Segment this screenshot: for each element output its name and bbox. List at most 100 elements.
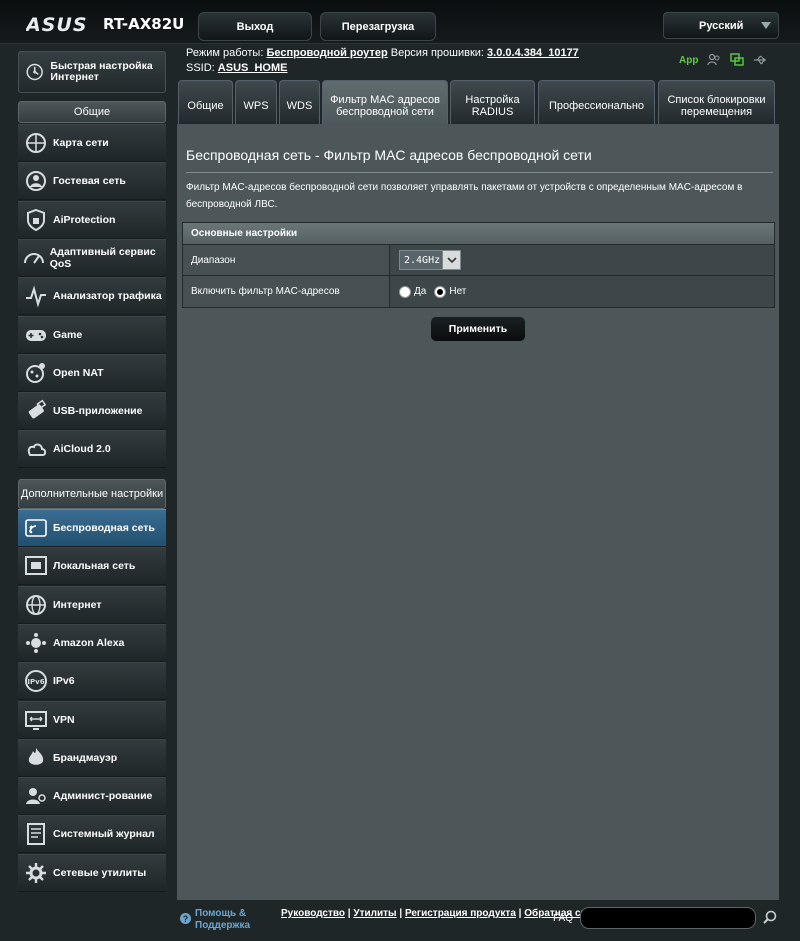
help-icon: ? — [180, 913, 191, 924]
tab-wds[interactable]: WDS — [279, 80, 320, 124]
faq-label: FAQ — [553, 913, 574, 924]
reboot-button[interactable]: Перезагрузка — [320, 12, 436, 41]
utility-link[interactable]: Утилиты — [353, 908, 396, 919]
ssid-value-link[interactable]: ASUS_HOME — [218, 62, 288, 74]
sidebar-item-wireless[interactable]: Беспроводная сеть — [18, 509, 166, 547]
network-tools-icon — [21, 860, 51, 886]
sidebar-item-cloud[interactable]: AiCloud 2.0 — [18, 430, 166, 469]
page-description: Фильтр MAC-адресов беспроводной сети поз… — [186, 182, 743, 210]
sidebar-item-label: Админист-рование — [53, 790, 153, 803]
sidebar-item-label: Беспроводная сеть — [53, 522, 155, 534]
sidebar-item-admin[interactable]: Админист-рование — [18, 777, 166, 816]
sidebar-item-vpn[interactable]: VPN — [18, 700, 166, 739]
manual-link[interactable]: Руководство — [281, 908, 345, 919]
register-link[interactable]: Регистрация продукта — [405, 908, 516, 919]
sidebar-item-label: Адаптивный сервис QoS — [49, 245, 156, 270]
sidebar-item-traffic-analyzer[interactable]: Анализатор трафика — [18, 277, 166, 316]
sidebar-item-label: IPv6 — [53, 675, 75, 688]
sidebar-item-network-tools[interactable]: Сетевые утилиты — [18, 853, 166, 892]
mac-filter-label: Включить фильтр MAC-адресов — [183, 276, 390, 307]
svg-text:IPv6: IPv6 — [27, 678, 44, 686]
sidebar-item-ipv6[interactable]: IPv6 IPv6 — [18, 662, 166, 701]
sidebar-item-label: Системный журнал — [53, 828, 155, 841]
sidebar-item-network-map[interactable]: Карта сети — [18, 124, 166, 162]
sidebar-item-label: Гостевая сеть — [53, 175, 126, 188]
help-support-link[interactable]: ? Помощь & Поддержка — [180, 908, 257, 932]
sidebar-item-alexa[interactable]: Amazon Alexa — [18, 623, 166, 662]
cloud-icon — [21, 436, 51, 462]
tab-radius[interactable]: Настройка RADIUS — [450, 80, 535, 124]
sidebar-item-globe[interactable]: Интернет — [18, 585, 166, 624]
sidebar-item-label: Анализатор трафика — [53, 290, 162, 303]
tab-mac-filter[interactable]: Фильтр MAC адресов беспроводной сети — [322, 80, 448, 124]
content-panel: Беспроводная сеть - Фильтр MAC адресов б… — [177, 124, 779, 900]
traffic-analyzer-icon — [21, 283, 51, 309]
sidebar-item-guest-network[interactable]: Гостевая сеть — [18, 162, 166, 201]
guest-network-icon — [21, 168, 51, 194]
language-select[interactable]: Русский — [663, 12, 779, 39]
system-log-icon — [21, 821, 51, 847]
sidebar-item-label: USB-приложение — [53, 405, 143, 418]
advanced-section-header: Дополнительные настройки — [18, 479, 166, 509]
firmware-value-link[interactable]: 3.0.0.4.384_10177 — [487, 47, 579, 59]
sidebar-item-label: AiCloud 2.0 — [53, 443, 111, 456]
alexa-icon — [21, 630, 51, 656]
sidebar-item-aiprotection[interactable]: AiProtection — [18, 200, 166, 239]
tab-general[interactable]: Общие — [178, 80, 233, 124]
faq-search-input[interactable] — [580, 907, 756, 929]
apply-button[interactable]: Применить — [430, 316, 526, 342]
tab-professional[interactable]: Профессионально — [538, 80, 655, 124]
admin-icon — [21, 783, 51, 809]
quick-setup-icon — [26, 63, 43, 81]
clients-icon[interactable] — [707, 53, 721, 67]
ipv6-icon: IPv6 — [21, 668, 51, 694]
sidebar-item-label: Интернет — [53, 598, 102, 611]
sidebar-item-gamepad[interactable]: Game — [18, 315, 166, 354]
radio-yes-label: Да — [414, 286, 427, 297]
firmware-label: Версия прошивки: — [390, 47, 484, 59]
radio-yes-dot[interactable] — [399, 285, 411, 298]
sidebar-item-firewall[interactable]: Брандмауэр — [18, 738, 166, 777]
radio-no-label: Нет — [449, 286, 467, 297]
radio-no[interactable]: Нет — [434, 285, 467, 298]
router-model: RT-AX82U — [103, 15, 185, 33]
title-divider — [186, 172, 773, 173]
usb-icon — [21, 398, 51, 424]
logout-button[interactable]: Выход — [198, 12, 312, 41]
top-bar: ASUS RT-AX82U Выход Перезагрузка Русский — [0, 0, 800, 44]
svg-text:ASUS: ASUS — [26, 14, 88, 34]
sidebar-item-label: Amazon Alexa — [53, 636, 125, 649]
quick-setup-button[interactable]: Быстрая настройка Интернет — [18, 51, 166, 93]
section-header: Основные настройки — [183, 223, 774, 245]
sidebar-item-label: Карта сети — [53, 137, 109, 149]
radio-yes[interactable]: Да — [399, 285, 427, 298]
band-select[interactable]: 2.4GHz — [399, 250, 461, 270]
network-map-icon — [21, 130, 51, 156]
sidebar-item-usb[interactable]: USB-приложение — [18, 392, 166, 431]
usb-status-icon[interactable] — [753, 53, 767, 67]
tab-roaming-block-list[interactable]: Список блокировки перемещения — [658, 80, 775, 124]
app-link[interactable]: App — [679, 55, 698, 66]
wireless-icon — [21, 515, 51, 541]
sidebar-item-label: VPN — [53, 713, 75, 726]
firewall-icon — [21, 745, 51, 771]
sidebar-item-lan[interactable]: Локальная сеть — [18, 547, 166, 586]
sidebar-item-label: Game — [53, 328, 83, 341]
chevron-down-icon — [442, 251, 460, 269]
sidebar-item-label: Сетевые утилиты — [53, 866, 147, 879]
sidebar-item-label: AiProtection — [53, 213, 116, 226]
band-label: Диапазон — [183, 245, 390, 275]
status-icons: App — [679, 53, 767, 67]
sidebar-item-open-nat[interactable]: Open NAT — [18, 353, 166, 392]
sidebar-item-qos[interactable]: Адаптивный сервис QoS — [18, 238, 166, 277]
table-row: Включить фильтр MAC-адресов Да Нет — [183, 276, 774, 307]
ssid-label: SSID: — [186, 62, 215, 74]
faq-search-button[interactable] — [760, 907, 780, 929]
aiprotection-icon — [21, 207, 51, 233]
radio-no-dot[interactable] — [434, 285, 447, 298]
tab-wps[interactable]: WPS — [235, 80, 277, 124]
page-title: Беспроводная сеть - Фильтр MAC адресов б… — [186, 147, 592, 163]
mode-value-link[interactable]: Беспроводной роутер — [266, 47, 387, 59]
sidebar-item-system-log[interactable]: Системный журнал — [18, 815, 166, 854]
network-status-icon[interactable] — [730, 53, 745, 67]
